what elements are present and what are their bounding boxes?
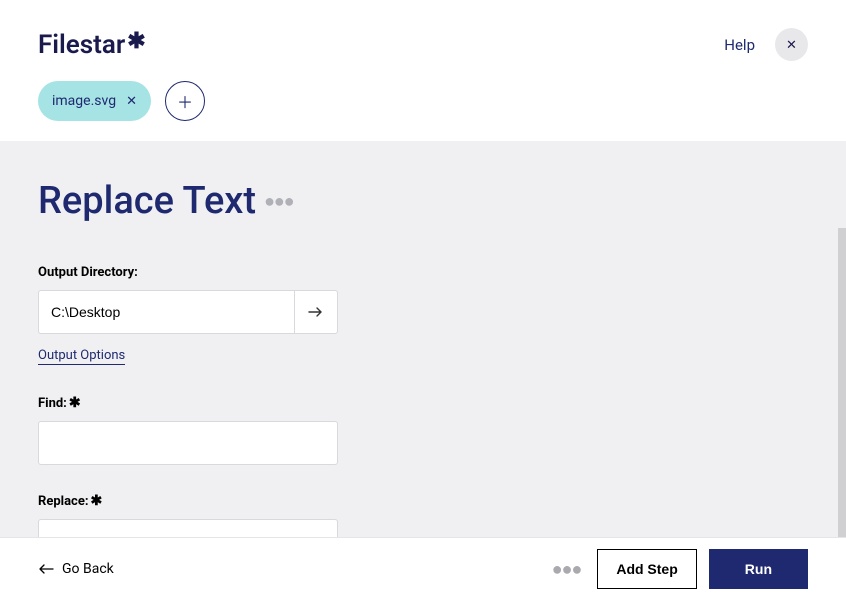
go-back-label: Go Back [62, 561, 114, 577]
logo-star-icon: ✱ [127, 29, 145, 54]
arrow-right-icon [308, 305, 324, 319]
output-options-link[interactable]: Output Options [38, 348, 125, 365]
output-directory-label: Output Directory: [38, 265, 338, 280]
file-chip[interactable]: image.svg ✕ [38, 81, 151, 121]
find-label: Find: ✱ [38, 395, 338, 411]
add-file-button[interactable]: ＋ [165, 81, 205, 121]
output-directory-browse-button[interactable] [294, 290, 338, 334]
scrollbar[interactable] [838, 228, 846, 540]
add-step-button[interactable]: Add Step [597, 549, 696, 589]
file-chip-remove-icon[interactable]: ✕ [126, 94, 137, 109]
required-star-icon: ✱ [91, 493, 103, 509]
plus-icon: ＋ [177, 89, 193, 113]
title-menu-icon[interactable]: ●●● [264, 191, 294, 212]
arrow-left-icon [38, 563, 54, 575]
app-logo: Filestar ✱ [38, 30, 146, 60]
logo-text: Filestar [38, 30, 125, 60]
find-input[interactable] [38, 421, 338, 465]
page-title: Replace Text [38, 179, 256, 223]
replace-label: Replace: ✱ [38, 493, 338, 509]
run-button[interactable]: Run [709, 549, 808, 589]
file-chip-label: image.svg [52, 93, 116, 109]
footer-menu-icon[interactable]: ●●● [552, 559, 582, 580]
output-directory-input[interactable] [38, 290, 294, 334]
required-star-icon: ✱ [69, 395, 81, 411]
close-icon: ✕ [786, 37, 797, 53]
close-button[interactable]: ✕ [775, 28, 808, 61]
go-back-button[interactable]: Go Back [38, 561, 114, 577]
help-link[interactable]: Help [724, 36, 755, 54]
